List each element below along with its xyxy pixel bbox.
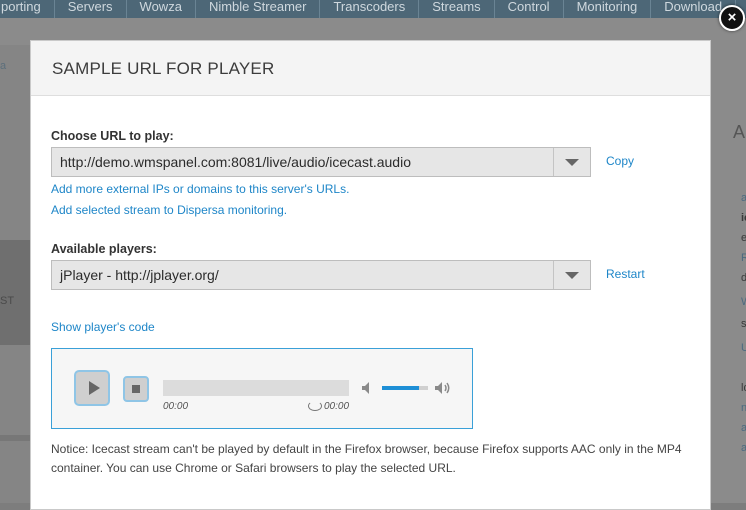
player-select-value: jPlayer - http://jplayer.org/ (60, 267, 219, 283)
chevron-down-icon (565, 159, 579, 166)
stop-button[interactable] (123, 376, 149, 402)
sample-url-dialog: SAMPLE URL FOR PLAYER Choose URL to play… (30, 40, 711, 510)
bg-nav-item: Control (495, 0, 564, 18)
mute-icon[interactable] (361, 381, 375, 395)
background-right-panel: A am io ecs R d W s U ld nge ame abi (711, 18, 746, 503)
bg-fragment: nge (741, 402, 746, 414)
firefox-notice: Notice: Icecast stream can't be played b… (51, 442, 682, 475)
url-select-value: http://demo.wmspanel.com:8081/live/audio… (60, 154, 411, 170)
player-select-toggle[interactable] (553, 261, 590, 289)
current-time: 00:00 (163, 401, 189, 412)
player-select[interactable]: jPlayer - http://jplayer.org/ (51, 260, 591, 290)
add-dispersa-link[interactable]: Add selected stream to Dispersa monitori… (51, 203, 287, 217)
dialog-header: SAMPLE URL FOR PLAYER (31, 41, 710, 96)
bg-band (0, 240, 30, 345)
stop-icon (132, 385, 140, 393)
bg-fragment: am (741, 192, 746, 204)
bg-nav-item: Monitoring (564, 0, 652, 18)
copy-button[interactable]: Copy (606, 154, 634, 168)
url-select-toggle[interactable] (553, 148, 590, 176)
bg-fragment: W (741, 296, 746, 308)
bg-nav-item: porting (0, 0, 55, 18)
bg-fragment: ST (0, 295, 15, 307)
bg-fragment: ld (741, 382, 746, 394)
background-nav-bar: porting Servers Wowza Nimble Streamer Tr… (0, 0, 746, 18)
bg-nav-item: Nimble Streamer (196, 0, 321, 18)
play-button[interactable] (74, 370, 110, 406)
close-button[interactable]: × (719, 5, 745, 31)
volume-slider[interactable] (382, 386, 428, 390)
bg-fragment: ame (741, 422, 746, 434)
show-code-link[interactable]: Show player's code (51, 320, 155, 334)
volume-max-icon[interactable] (434, 380, 454, 396)
duration-time: 00:00 (324, 401, 350, 412)
bg-fragment: a (0, 60, 7, 72)
audio-player: 00:00 00:00 (51, 348, 473, 429)
add-ips-link[interactable]: Add more external IPs or domains to this… (51, 182, 349, 196)
bg-nav-item: Wowza (127, 0, 196, 18)
bg-nav-item: Servers (55, 0, 127, 18)
bg-band (0, 435, 30, 441)
chevron-down-icon (565, 272, 579, 279)
bg-fragment: d (741, 272, 746, 284)
players-label: Available players: (51, 242, 157, 256)
seek-bar[interactable] (163, 380, 349, 396)
bg-fragment: abi (741, 442, 746, 454)
bg-nav-item: Transcoders (320, 0, 420, 18)
bg-fragment: R (741, 252, 746, 264)
restart-button[interactable]: Restart (606, 267, 645, 281)
play-icon (89, 381, 100, 395)
bg-nav-item: Streams (419, 0, 495, 18)
bg-fragment: s (741, 318, 746, 330)
close-icon: × (727, 9, 737, 26)
bg-fragment: A (733, 122, 746, 142)
dialog-title: SAMPLE URL FOR PLAYER (52, 59, 275, 78)
bg-fragment: io (741, 212, 746, 224)
volume-level (382, 386, 419, 390)
background-left-panel: a ST (0, 45, 30, 503)
bg-fragment: U (741, 342, 746, 354)
url-select[interactable]: http://demo.wmspanel.com:8081/live/audio… (51, 147, 591, 177)
url-label: Choose URL to play: (51, 129, 174, 143)
repeat-icon[interactable] (308, 401, 322, 411)
bg-fragment: ecs (741, 232, 746, 244)
